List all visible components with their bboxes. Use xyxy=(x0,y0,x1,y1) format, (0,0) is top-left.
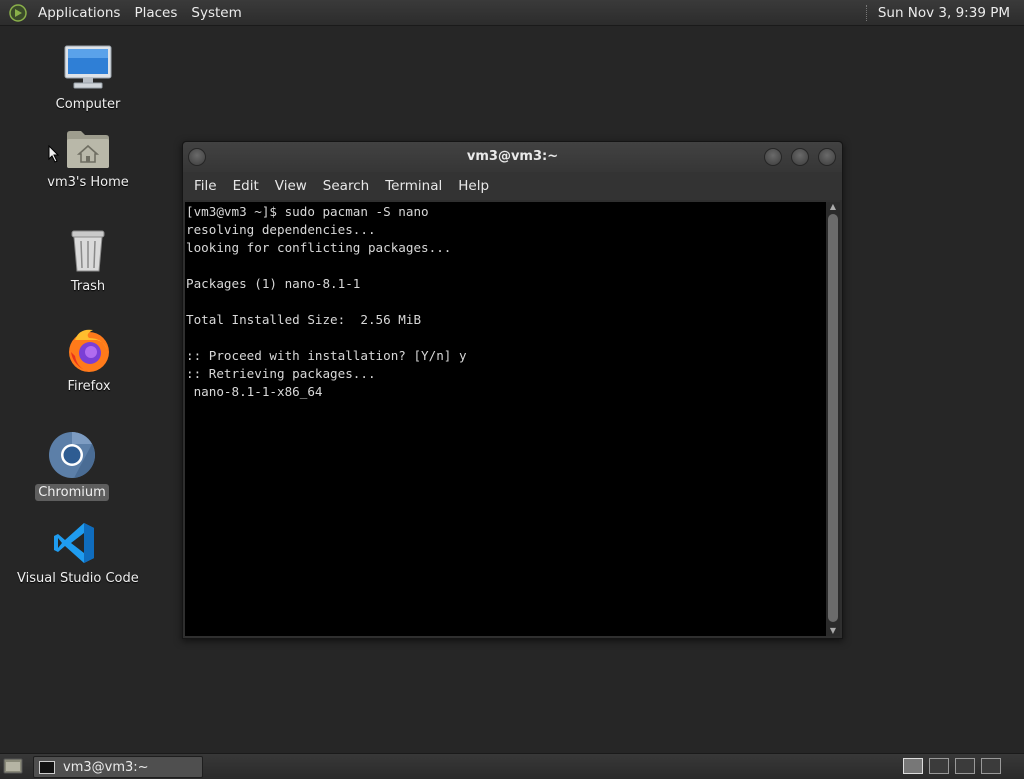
panel-separator xyxy=(865,4,869,21)
clock[interactable]: Sun Nov 3, 9:39 PM xyxy=(878,5,1010,21)
close-button[interactable] xyxy=(818,148,836,166)
desktop-icon-computer[interactable]: Computer xyxy=(48,44,128,113)
computer-icon xyxy=(64,45,112,89)
terminal-line: [vm3@vm3 ~]$ sudo pacman -S nano xyxy=(186,204,429,219)
desktop-icon-firefox[interactable]: Firefox xyxy=(49,326,129,395)
top-panel: Applications Places System Sun Nov 3, 9:… xyxy=(0,0,1024,26)
desktop-icon-label: Chromium xyxy=(35,484,109,501)
desktop-icon-label: Computer xyxy=(55,97,121,112)
minimize-button[interactable] xyxy=(764,148,782,166)
desktop-icon-vscode[interactable]: Visual Studio Code xyxy=(14,520,139,587)
terminal-window: vm3@vm3:~ File Edit View Search Terminal… xyxy=(182,141,843,639)
desktop-icon-chromium[interactable]: Chromium xyxy=(32,430,112,501)
vscode-icon xyxy=(54,523,94,563)
menu-edit[interactable]: Edit xyxy=(225,178,267,194)
menu-help[interactable]: Help xyxy=(450,178,497,194)
home-folder-icon xyxy=(67,131,109,168)
menu-search[interactable]: Search xyxy=(315,178,377,194)
firefox-icon xyxy=(69,329,109,372)
desktop-icon-trash[interactable]: Trash xyxy=(48,228,128,295)
terminal-output[interactable]: [vm3@vm3 ~]$ sudo pacman -S nano resolvi… xyxy=(185,202,826,636)
terminal-line: nano-8.1-1-x86_64 xyxy=(186,384,323,399)
workspace-2[interactable] xyxy=(929,758,949,774)
scroll-up-icon[interactable]: ▲ xyxy=(826,202,840,212)
terminal-line: :: Proceed with installation? [Y/n] y xyxy=(186,348,467,363)
show-desktop-icon[interactable] xyxy=(3,757,23,775)
mate-logo-icon[interactable] xyxy=(9,3,27,22)
terminal-line: Packages (1) nano-8.1-1 xyxy=(186,276,361,291)
terminal-line: resolving dependencies... xyxy=(186,222,376,237)
window-title: vm3@vm3:~ xyxy=(466,149,559,164)
taskbar-button-terminal[interactable]: vm3@vm3:~ xyxy=(33,756,203,778)
desktop-icon-label: vm3's Home xyxy=(47,175,129,190)
terminal-line: :: Retrieving packages... xyxy=(186,366,376,381)
system-menu[interactable]: System xyxy=(184,5,248,21)
workspace-1[interactable] xyxy=(903,758,923,774)
terminal-icon xyxy=(39,760,55,774)
places-menu[interactable]: Places xyxy=(127,5,184,21)
window-titlebar[interactable]: vm3@vm3:~ xyxy=(183,142,842,172)
terminal-line: Total Installed Size: 2.56 MiB xyxy=(186,312,422,327)
desktop-icon-label: Visual Studio Code xyxy=(17,571,139,586)
chromium-icon xyxy=(49,432,95,478)
menu-terminal[interactable]: Terminal xyxy=(377,178,450,194)
workspace-4[interactable] xyxy=(981,758,1001,774)
scroll-down-icon[interactable]: ▼ xyxy=(826,626,840,636)
mouse-cursor-icon xyxy=(48,145,60,163)
desktop-icon-label: Trash xyxy=(70,279,106,294)
terminal-scrollbar[interactable]: ▲ ▼ xyxy=(826,202,840,636)
terminal-line: looking for conflicting packages... xyxy=(186,240,452,255)
maximize-button[interactable] xyxy=(791,148,809,166)
desktop-icon-label: Firefox xyxy=(67,379,111,394)
menu-view[interactable]: View xyxy=(267,178,315,194)
terminal-menubar: File Edit View Search Terminal Help xyxy=(183,172,842,200)
menu-file[interactable]: File xyxy=(186,178,225,194)
scrollbar-thumb[interactable] xyxy=(828,214,838,622)
bottom-panel: vm3@vm3:~ xyxy=(0,753,1024,779)
applications-menu[interactable]: Applications xyxy=(31,5,127,21)
workspace-3[interactable] xyxy=(955,758,975,774)
taskbar-button-label: vm3@vm3:~ xyxy=(63,759,149,775)
trash-icon xyxy=(71,230,105,272)
